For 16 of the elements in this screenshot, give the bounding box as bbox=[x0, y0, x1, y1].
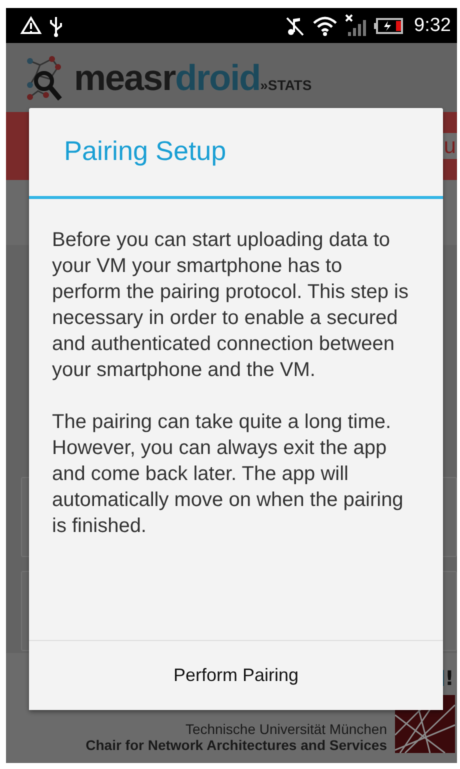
signal-icon bbox=[344, 14, 368, 38]
dialog-message: Before you can start uploading data to your VM your smartphone has to perform the pairing protocol. This step is necessary in order to enable a secured and authenticated connection between your smartphone and the VM. bbox=[52, 228, 409, 383]
dialog-message: The pairing can take quite a long time. However, you can always exit the app and come back later. The app will automatically move on when the pairing is finished. bbox=[52, 410, 404, 539]
clock: 9:32 bbox=[414, 14, 451, 36]
university-name: Technische Universität München bbox=[185, 721, 387, 737]
battery-charging-icon bbox=[374, 16, 404, 34]
muted-note-icon bbox=[284, 14, 306, 36]
wifi-icon bbox=[312, 14, 338, 36]
perform-pairing-button[interactable]: Perform Pairing bbox=[29, 640, 443, 710]
notice-text: ! bbox=[444, 666, 454, 690]
logo-wordmark: measrdroid»STATS bbox=[74, 56, 312, 98]
dialog-title: Pairing Setup bbox=[29, 108, 443, 199]
chair-name: Chair for Network Architectures and Services bbox=[86, 737, 387, 753]
banner-text: u bbox=[442, 133, 457, 159]
warning-icon bbox=[20, 16, 42, 36]
usb-icon bbox=[48, 14, 64, 36]
